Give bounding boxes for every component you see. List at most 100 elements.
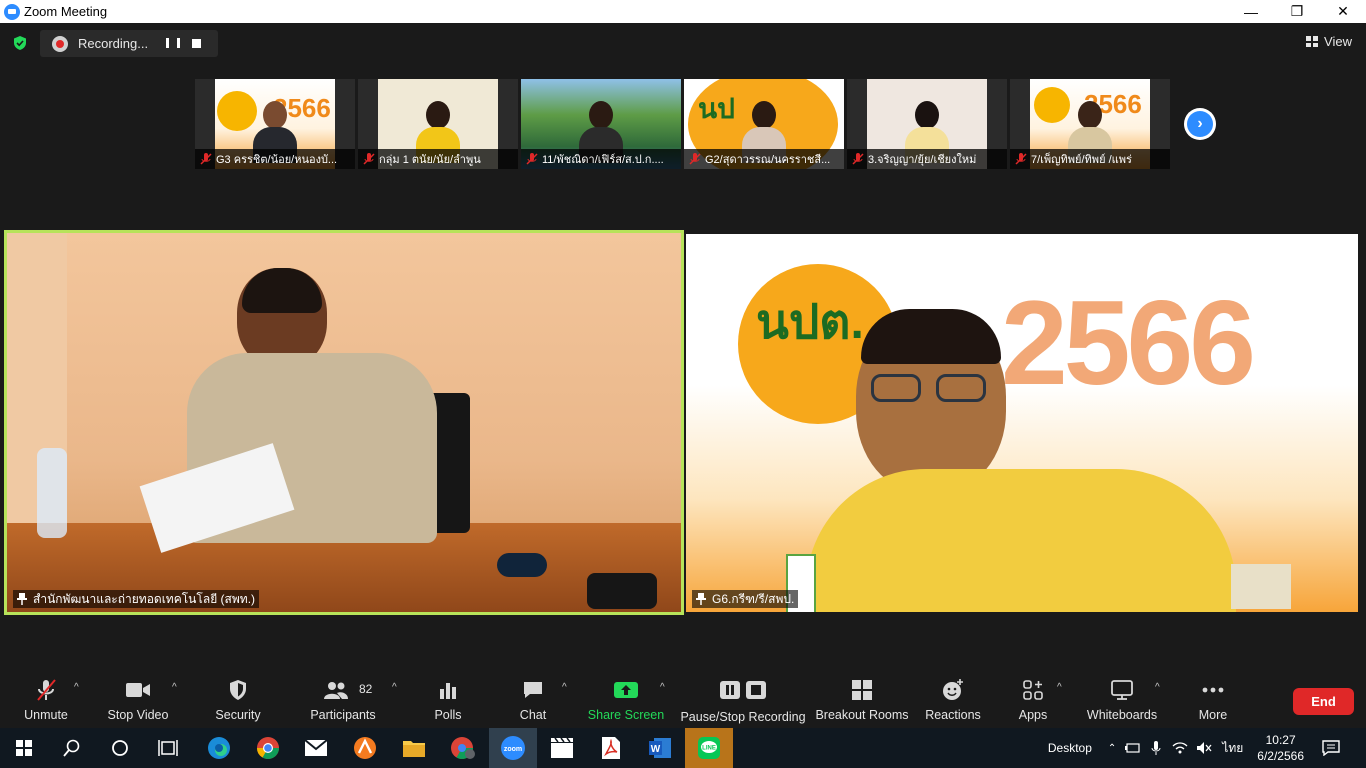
pdf-reader-taskbar-icon[interactable] [587,728,635,768]
main-video-name-tag: G6.กรีฑ/รี/สพป. [692,590,799,608]
desktop-toolbar-label[interactable]: Desktop [1048,741,1092,755]
stop-video-button[interactable]: Stop Video [106,678,170,726]
whiteboards-label: Whiteboards [1086,708,1158,722]
mail-taskbar-icon[interactable] [292,728,340,768]
svg-text:W: W [651,744,661,755]
share-options-caret[interactable]: ^ [660,682,665,693]
event-logo-text: นปต. [756,296,864,349]
view-button[interactable]: View [1306,34,1352,49]
end-meeting-button[interactable]: End [1293,688,1354,715]
clock-time: 10:27 [1265,733,1296,747]
input-language-indicator[interactable]: ไทย [1222,739,1243,758]
windows-logo-icon [16,740,32,756]
maximize-button[interactable]: ❐ [1274,0,1320,23]
system-clock[interactable]: 10:27 6/2/2566 [1257,732,1304,764]
zoom-taskbar-icon[interactable]: zoom [489,728,537,768]
chrome-alt-taskbar-icon[interactable] [439,728,487,768]
cortana-circle-icon [112,740,128,756]
participants-options-caret[interactable]: ^ [392,682,397,693]
participant-thumbnail[interactable]: 3.จริญญา/ยุ้ย/เชียงใหม่ [847,79,1007,169]
participant-thumbnail[interactable]: 11/พัชณิดา/เฟิร์ส/ส.ป.ก.... [521,79,681,169]
wifi-icon[interactable] [1172,741,1188,755]
whiteboard-icon [1111,680,1133,700]
participant-thumbnail[interactable]: 2566 G3 ครรชิต/น้อย/หนองบั... [195,79,355,169]
next-page-button[interactable]: › [1184,108,1216,140]
chat-button[interactable]: Chat [516,678,550,726]
mic-muted-icon [1015,153,1027,165]
participants-button[interactable]: 82 Participants [310,678,376,726]
video-editor-taskbar-icon[interactable] [538,728,586,768]
mic-muted-icon [200,153,212,165]
search-icon [63,739,80,757]
encryption-shield-icon[interactable] [12,35,28,51]
main-video[interactable]: นปต. 2566 G6.กรีฑ/รี/สพป. [686,234,1358,612]
participant-name: G6.กรีฑ/รี/สพป. [712,591,795,606]
apps-button[interactable]: Apps [1016,678,1050,726]
battery-icon[interactable] [1124,742,1140,754]
stop-video-label: Stop Video [107,708,169,722]
window-controls: — ❐ ✕ [1228,0,1366,23]
participant-name: G3 ครรชิต/น้อย/หนองบั... [216,154,338,166]
clock-date: 6/2/2566 [1257,749,1304,763]
pause-icon [720,681,740,699]
participant-thumbnail[interactable]: นป G2/สุดาวรรณ/นครราชสี... [684,79,844,169]
file-explorer-taskbar-icon[interactable] [390,728,438,768]
taskbar-search-button[interactable] [48,728,96,768]
whiteboards-options-caret[interactable]: ^ [1155,682,1160,693]
close-button[interactable]: ✕ [1320,0,1366,23]
stop-recording-icon[interactable] [192,39,201,48]
security-button[interactable]: Security [212,678,264,726]
chevron-up-icon[interactable]: ⌃ [1108,743,1116,754]
smiley-icon [943,679,963,700]
share-screen-label: Share Screen [587,708,665,722]
mic-muted-icon [852,153,864,165]
participant-name: 3.จริญญา/ยุ้ย/เชียงใหม่ [868,154,977,166]
event-banner-text: 2566 [1001,276,1256,410]
main-video-active-speaker[interactable]: สำนักพัฒนาและถ่ายทอดเทคโนโลยี (สพท.) [4,230,684,615]
chevron-right-icon: › [1187,111,1213,137]
system-tray: Desktop ⌃ ไทย 10:27 6/2/2566 [1048,728,1366,768]
notification-center-icon[interactable] [1322,740,1340,756]
chat-options-caret[interactable]: ^ [562,682,567,693]
speaker-muted-icon[interactable] [1196,741,1212,755]
participant-thumbnail[interactable]: กลุ่ม 1 ตนัย/นัย/ลำพูน [358,79,518,169]
edge-taskbar-icon[interactable] [195,728,243,768]
breakout-rooms-button[interactable]: Breakout Rooms [815,678,909,726]
microphone-icon[interactable] [1150,740,1162,756]
participant-name: G2/สุดาวรรณ/นครราชสี... [705,154,831,166]
pause-recording-icon[interactable] [166,37,180,50]
more-button[interactable]: More [1196,678,1230,726]
reactions-label: Reactions [925,708,981,722]
shield-icon [230,680,246,700]
share-screen-button[interactable]: Share Screen [587,678,665,726]
pause-stop-recording-button[interactable]: Pause/Stop Recording [680,678,806,726]
participants-icon [324,682,348,699]
word-taskbar-icon[interactable]: W [636,728,684,768]
chrome-taskbar-icon[interactable] [244,728,292,768]
video-options-caret[interactable]: ^ [172,682,177,693]
start-button[interactable] [0,728,48,768]
unmute-button[interactable]: Unmute [20,678,72,726]
participant-thumbnail[interactable]: 2566 7/เพ็ญทิพย์/ทิพย์ /แพร่ [1010,79,1170,169]
polls-button[interactable]: Polls [430,678,466,726]
title-bar: Zoom Meeting — ❐ ✕ [0,0,1366,23]
audio-options-caret[interactable]: ^ [74,682,79,693]
line-taskbar-icon[interactable]: LINE [685,728,733,768]
reactions-button[interactable]: Reactions [924,678,982,726]
security-label: Security [215,708,261,722]
minimize-button[interactable]: — [1228,0,1274,23]
participant-name: 11/พัชณิดา/เฟิร์ส/ส.ป.ก.... [542,154,664,166]
whiteboards-button[interactable]: Whiteboards [1086,678,1158,726]
pin-icon [17,593,27,605]
cortana-button[interactable] [96,728,144,768]
task-view-button[interactable] [144,728,192,768]
recording-icon [52,35,68,52]
more-dots-icon [1202,687,1224,693]
recording-indicator: Recording... [40,30,218,57]
task-view-icon [158,740,178,756]
video-camera-icon [126,683,150,697]
share-screen-icon [614,682,638,698]
recording-label: Recording... [78,36,149,51]
app-taskbar-icon[interactable] [341,728,389,768]
apps-options-caret[interactable]: ^ [1057,682,1062,693]
